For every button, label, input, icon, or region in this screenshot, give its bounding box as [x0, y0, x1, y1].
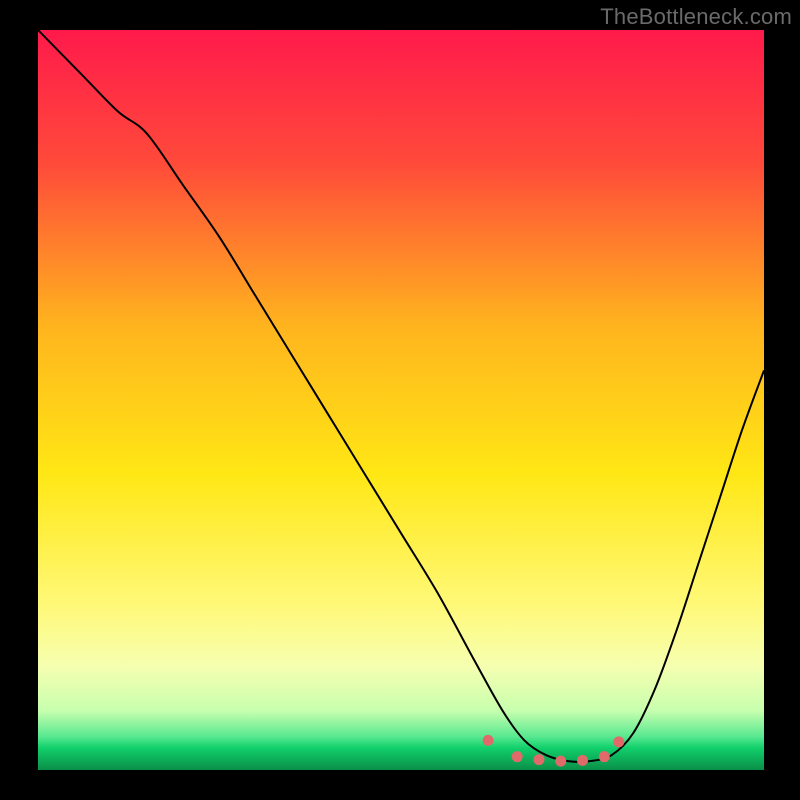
bottleneck-curve-chart	[0, 0, 800, 800]
watermark-text: TheBottleneck.com	[600, 4, 792, 30]
range-marker	[577, 755, 588, 766]
range-marker	[483, 735, 494, 746]
range-marker	[533, 754, 544, 765]
range-marker	[512, 751, 523, 762]
gradient-background	[38, 30, 764, 770]
range-marker	[613, 736, 624, 747]
range-marker	[555, 756, 566, 767]
range-marker	[599, 751, 610, 762]
chart-frame: TheBottleneck.com	[0, 0, 800, 800]
